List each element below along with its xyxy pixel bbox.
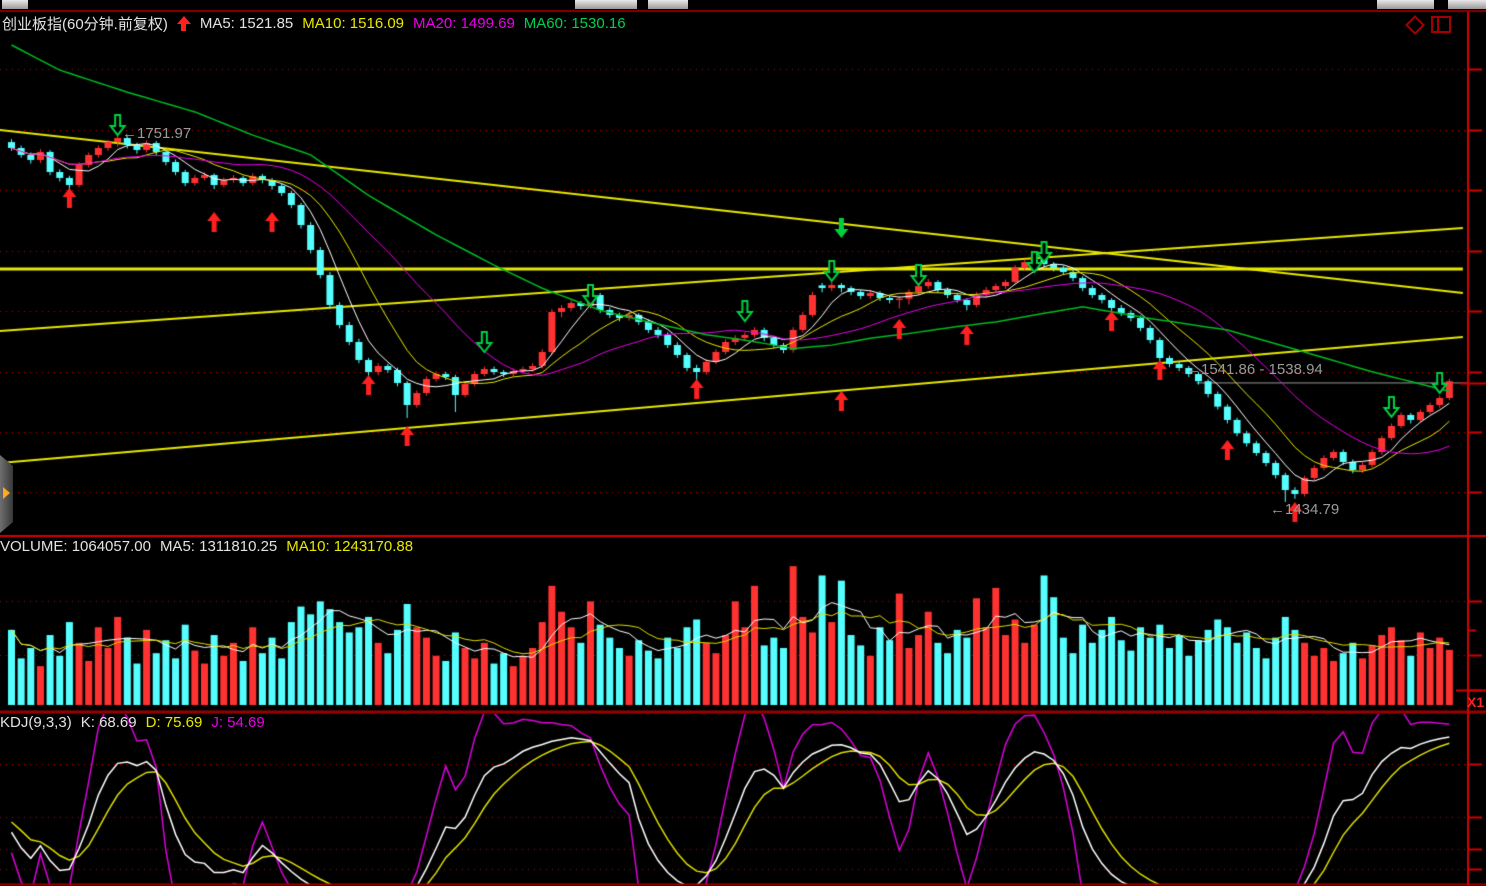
main-pane-header: 创业板指(60分钟.前复权) MA5: 1521.85 MA10: 1516.0… [2,13,626,34]
up-arrow-icon [177,16,191,31]
toolbar-edge-fragment [648,0,688,9]
toolbar-edge-fragment [2,0,28,9]
kdj-label: KDJ(9,3,3) [0,714,72,731]
ma5-label: MA5: 1521.85 [200,15,293,32]
ma60-label: MA60: 1530.16 [524,15,626,32]
low-price-annotation: ←1434.79 [1270,501,1339,518]
volume-ma10-label: MA10: 1243170.88 [286,538,413,555]
expand-arrow-icon [3,487,10,499]
kdj-d-label: D: 75.69 [146,714,203,731]
kdj-pane[interactable] [0,714,1468,884]
high-price-annotation: ←1751.97 [122,125,191,142]
toolbar-edge-fragment [1448,0,1486,9]
toolbar-edge-fragment [575,0,637,9]
stock-chart-app: 创业板指(60分钟.前复权) MA5: 1521.85 MA10: 1516.0… [0,0,1486,886]
kdj-pane-header: KDJ(9,3,3) K: 68.69 D: 75.69 J: 54.69 [0,714,265,731]
volume-pane[interactable] [0,538,1468,712]
kdj-k-label: K: 68.69 [81,714,137,731]
toolbar-edge-fragment [1377,0,1434,9]
current-price-annotation: ←1541.86 - 1538.94 [1186,361,1323,378]
ma20-label: MA20: 1499.69 [413,15,515,32]
ma10-label: MA10: 1516.09 [302,15,404,32]
volume-pane-header: VOLUME: 1064057.00 MA5: 1311810.25 MA10:… [0,538,413,555]
main-chart-pane[interactable] [0,14,1468,536]
page-title: 创业板指(60分钟.前复权) [2,13,168,34]
kdj-j-label: J: 54.69 [211,714,264,731]
volume-ma5-label: MA5: 1311810.25 [160,538,277,555]
pane-close-button[interactable]: X1 [1467,694,1486,710]
sidebar-expand-handle[interactable] [0,455,13,533]
volume-label: VOLUME: 1064057.00 [0,538,151,555]
split-panes-icon[interactable] [1431,16,1451,33]
